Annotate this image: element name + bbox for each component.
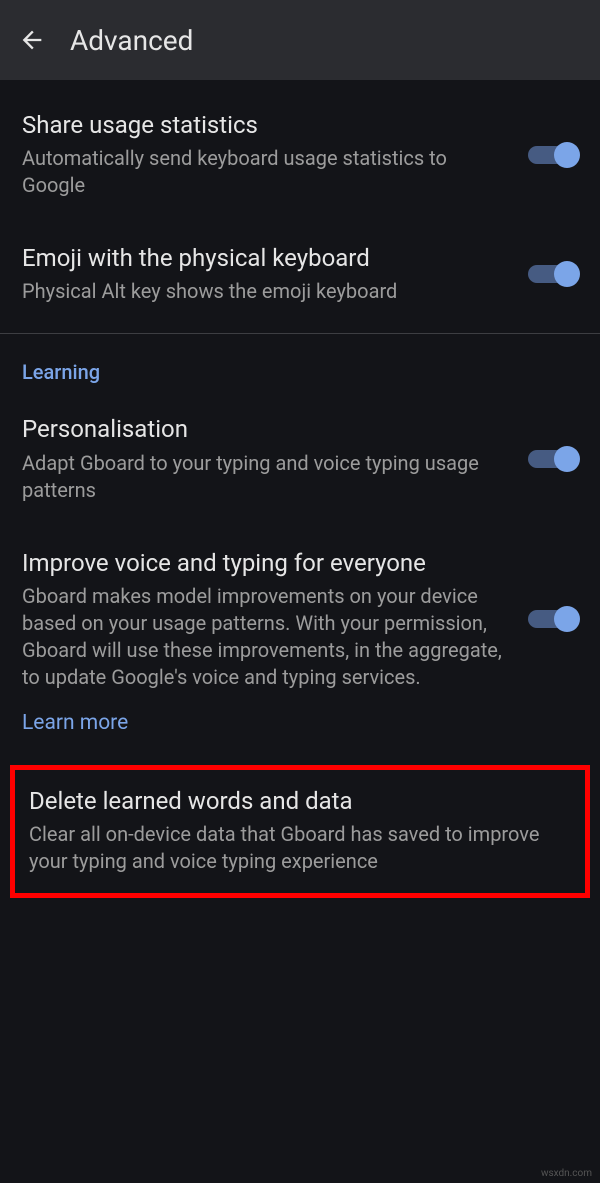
page-title: Advanced — [70, 24, 193, 57]
setting-title: Share usage statistics — [22, 110, 512, 141]
setting-text: Personalisation Adapt Gboard to your typ… — [22, 414, 512, 503]
emoji-physical-keyboard-row[interactable]: Emoji with the physical keyboard Physica… — [0, 221, 600, 327]
back-arrow-icon[interactable] — [18, 26, 46, 54]
setting-title: Personalisation — [22, 414, 512, 445]
setting-title: Delete learned words and data — [29, 786, 571, 817]
settings-list: Share usage statistics Automatically sen… — [0, 80, 600, 898]
section-header-learning: Learning — [0, 340, 600, 392]
setting-title: Emoji with the physical keyboard — [22, 243, 512, 274]
watermark: wsxdn.com — [541, 1168, 592, 1179]
delete-learned-words-row[interactable]: Delete learned words and data Clear all … — [10, 765, 590, 898]
learn-more-link[interactable]: Learn more — [0, 697, 600, 759]
personalisation-toggle[interactable] — [528, 448, 578, 470]
personalisation-row[interactable]: Personalisation Adapt Gboard to your typ… — [0, 392, 600, 525]
setting-desc: Automatically send keyboard usage statis… — [22, 145, 512, 199]
setting-title: Improve voice and typing for everyone — [22, 548, 512, 579]
setting-text: Share usage statistics Automatically sen… — [22, 110, 512, 199]
setting-text: Improve voice and typing for everyone Gb… — [22, 548, 512, 691]
setting-desc: Gboard makes model improvements on your … — [22, 583, 512, 691]
divider — [0, 333, 600, 334]
setting-text: Emoji with the physical keyboard Physica… — [22, 243, 512, 305]
share-usage-toggle[interactable] — [528, 144, 578, 166]
share-usage-statistics-row[interactable]: Share usage statistics Automatically sen… — [0, 88, 600, 221]
improve-voice-typing-row[interactable]: Improve voice and typing for everyone Gb… — [0, 526, 600, 697]
setting-desc: Clear all on-device data that Gboard has… — [29, 821, 571, 875]
setting-desc: Adapt Gboard to your typing and voice ty… — [22, 450, 512, 504]
emoji-keyboard-toggle[interactable] — [528, 263, 578, 285]
setting-desc: Physical Alt key shows the emoji keyboar… — [22, 278, 512, 305]
app-header: Advanced — [0, 0, 600, 80]
improve-voice-toggle[interactable] — [528, 608, 578, 630]
